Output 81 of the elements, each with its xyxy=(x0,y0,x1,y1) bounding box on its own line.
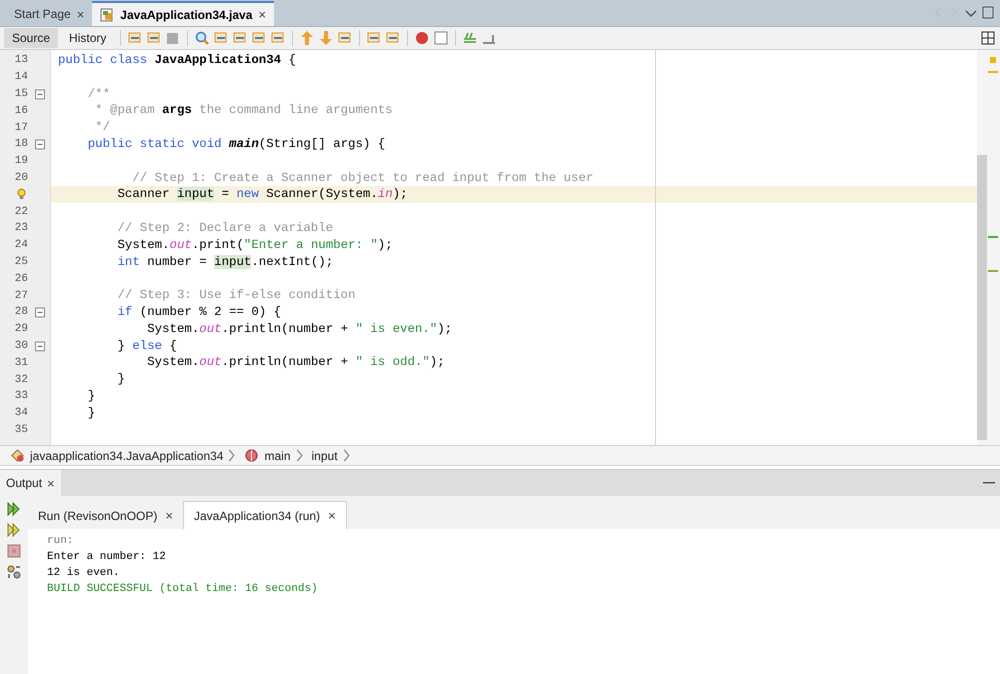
run-tab[interactable]: Run (RevisonOnOOP) × xyxy=(28,502,183,529)
occurrence-marker[interactable] xyxy=(988,270,998,272)
line-number: 34 xyxy=(14,407,28,420)
line-number: 31 xyxy=(14,356,28,369)
code-line: */ xyxy=(94,120,110,134)
rerun-icon[interactable] xyxy=(6,522,22,538)
rerun-icon[interactable] xyxy=(6,501,22,517)
line-number: 17 xyxy=(14,122,28,134)
code-line: } else { xyxy=(116,338,177,353)
code-line: * @param args the command line arguments xyxy=(94,103,393,118)
scrollbar-thumb[interactable] xyxy=(977,155,987,440)
code-line: // Step 2: Declare a variable xyxy=(116,220,334,235)
breadcrumb-item[interactable]: javaapplication34.JavaApplication34 xyxy=(30,448,224,462)
chevron-icon xyxy=(296,449,304,462)
java-file-icon xyxy=(100,8,114,22)
view-mode-button[interactable]: Source xyxy=(4,28,58,48)
line-number: 14 xyxy=(14,71,28,84)
square-icon[interactable] xyxy=(433,30,450,46)
code-line: /** xyxy=(86,86,110,101)
code-line: Scanner input = new Scanner(System.in); xyxy=(116,187,408,202)
close-icon[interactable]: × xyxy=(328,508,336,523)
code-line: } xyxy=(86,388,96,403)
console-line: run: xyxy=(47,534,74,549)
close-icon[interactable]: × xyxy=(258,7,266,22)
editor-tab[interactable]: JavaApplication34.java × xyxy=(92,1,274,26)
line-number: 32 xyxy=(14,374,28,386)
close-icon[interactable]: × xyxy=(76,6,84,22)
console-line: BUILD SUCCESSFUL (total time: 16 seconds) xyxy=(47,582,319,597)
line-number: 22 xyxy=(14,206,28,218)
view-mode-button[interactable]: History xyxy=(61,28,114,48)
code-line: // Step 3: Use if-else condition xyxy=(116,288,356,302)
warning-marker[interactable] xyxy=(990,57,996,63)
class-icon xyxy=(10,448,25,463)
line-number: 33 xyxy=(14,390,28,402)
chevron-icon xyxy=(342,449,351,462)
line-number: 30 xyxy=(14,340,28,352)
warning-marker[interactable] xyxy=(988,71,998,73)
console-line: 12 is even. xyxy=(47,566,121,581)
run-tab[interactable]: JavaApplication34 (run) × xyxy=(182,501,347,529)
code-line: } xyxy=(86,406,96,420)
line-number: 25 xyxy=(14,256,28,268)
close-icon[interactable]: × xyxy=(165,508,173,523)
breadcrumb-item[interactable]: input xyxy=(312,448,338,462)
line-number: 16 xyxy=(14,104,28,117)
breadcrumb-item[interactable]: main xyxy=(264,448,290,462)
line-number: 15 xyxy=(14,88,28,100)
code-line: System.out.println(number + " is odd."); xyxy=(146,355,445,370)
code-line: // Step 1: Create a Scanner object to read input from the user xyxy=(131,170,594,185)
settings-icon[interactable] xyxy=(6,564,22,580)
line-number: 29 xyxy=(14,323,28,336)
line-number: 18 xyxy=(14,138,28,150)
close-icon[interactable]: × xyxy=(47,476,55,490)
line-number: 20 xyxy=(14,172,28,184)
split-window-icon[interactable] xyxy=(980,30,996,46)
editor-tab[interactable]: Start Page × xyxy=(6,2,92,26)
code-line: int number = input.nextInt(); xyxy=(116,254,334,269)
line-number: 28 xyxy=(14,306,28,318)
console-line: Enter a number: 12 xyxy=(47,550,167,565)
code-line: System.out.println(number + " is even."); xyxy=(146,322,452,336)
bars-icon[interactable] xyxy=(462,30,478,46)
line-number: 27 xyxy=(14,290,28,302)
line-number: 35 xyxy=(14,424,28,436)
chevron-icon xyxy=(228,449,236,462)
code-line: } xyxy=(116,372,125,386)
line-number: 19 xyxy=(14,155,28,168)
stop-icon[interactable] xyxy=(6,543,22,559)
line-number: 26 xyxy=(14,272,28,285)
line-number: 23 xyxy=(14,222,28,234)
line-number: 13 xyxy=(14,54,28,66)
code-line: if (number % 2 == 0) { xyxy=(116,304,282,319)
code-line: System.out.print("Enter a number: "); xyxy=(116,238,393,252)
lightbulb-icon[interactable] xyxy=(17,188,26,202)
panel-tab[interactable]: Output × xyxy=(0,470,61,496)
code-line: public class JavaApplication34 { xyxy=(58,53,296,67)
tab-navigation-icon[interactable] xyxy=(934,6,994,20)
code-line: public static void main(String[] args) { xyxy=(86,136,386,151)
search-icon[interactable] xyxy=(194,30,210,46)
record-icon[interactable] xyxy=(414,30,430,46)
change-marker[interactable] xyxy=(988,236,998,238)
line-number: 24 xyxy=(14,239,28,252)
minimize-icon[interactable] xyxy=(983,481,995,485)
